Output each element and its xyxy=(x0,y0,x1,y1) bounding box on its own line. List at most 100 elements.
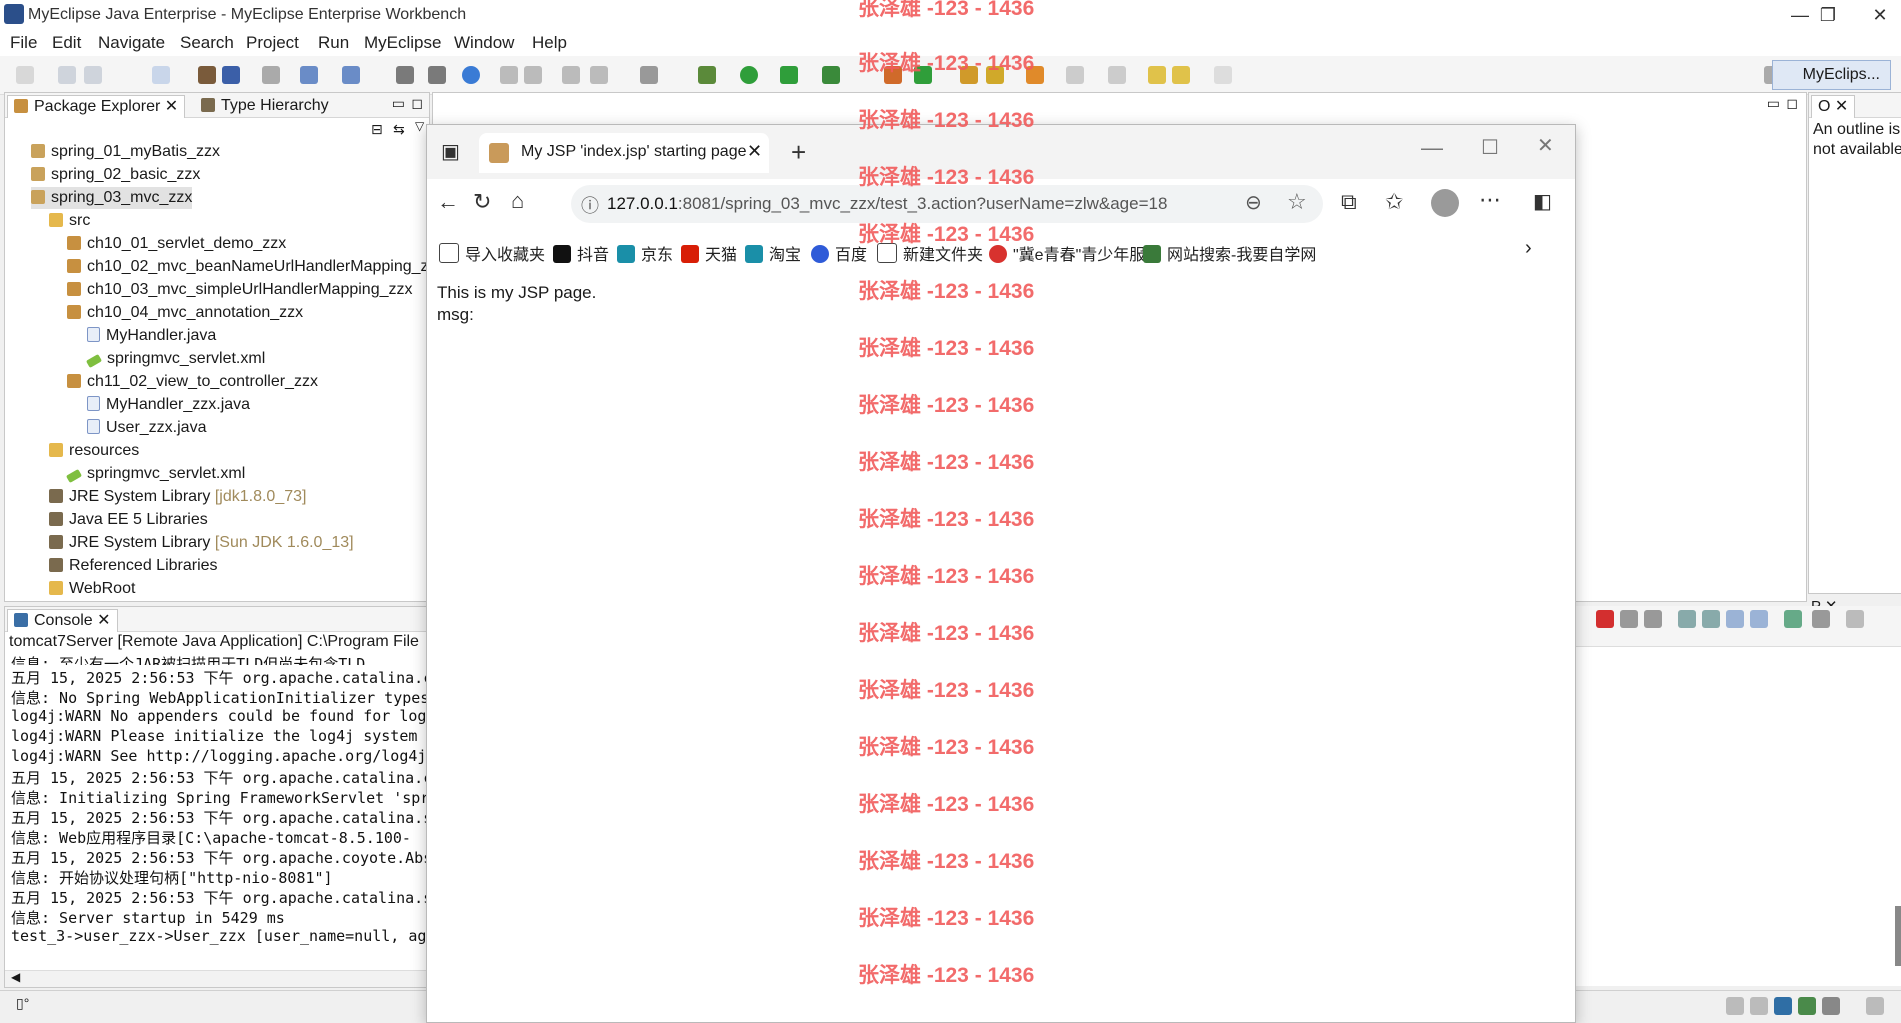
deploy-icon[interactable] xyxy=(222,66,240,84)
open-type-icon[interactable] xyxy=(152,66,170,84)
more-menu-icon[interactable]: ⋯ xyxy=(1479,187,1501,213)
run-icon[interactable] xyxy=(740,66,758,84)
favorite-star-icon[interactable]: ☆ xyxy=(1287,189,1307,215)
back-icon[interactable] xyxy=(1148,66,1166,84)
favorites-icon[interactable]: ✩ xyxy=(1385,189,1403,215)
favorites-more-icon[interactable]: › xyxy=(1525,237,1532,260)
menu-search[interactable]: Search xyxy=(180,33,234,53)
forward-icon[interactable] xyxy=(1214,66,1232,84)
status-icon[interactable] xyxy=(1750,997,1768,1015)
browser-maximize-icon[interactable]: ☐ xyxy=(1481,135,1499,160)
collapse-all-icon[interactable]: ⊟ xyxy=(371,121,383,138)
menu-project[interactable]: Project xyxy=(246,33,299,53)
browser-minimize-icon[interactable]: — xyxy=(1421,135,1443,161)
tree-java-file[interactable]: MyHandler_zzx.java xyxy=(87,394,250,416)
minimize-editor-icon[interactable]: ▭ xyxy=(1767,95,1780,112)
status-icon[interactable] xyxy=(1822,997,1840,1015)
tree-library[interactable]: JRE System Library [jdk1.8.0_73] xyxy=(49,486,306,508)
wizard2-icon[interactable] xyxy=(342,66,360,84)
favorite-taobao[interactable]: 淘宝 xyxy=(745,241,801,265)
view-menu-icon[interactable]: ▽ xyxy=(415,119,424,133)
new-icon[interactable] xyxy=(16,66,34,84)
tree-project-spring-01[interactable]: spring_01_myBatis_zzx xyxy=(31,141,220,163)
minimize-panel-icon[interactable]: ▭ xyxy=(392,95,405,112)
tree-project-spring-03[interactable]: spring_03_mvc_zzx xyxy=(31,187,193,209)
external-tools-icon[interactable] xyxy=(822,66,840,84)
menu-edit[interactable]: Edit xyxy=(52,33,81,53)
fast-view-icon[interactable]: ▯° xyxy=(16,995,29,1012)
favorite-douyin[interactable]: 抖音 xyxy=(553,241,609,265)
tree-java-file[interactable]: MyHandler.java xyxy=(87,325,216,347)
favorite-zixue[interactable]: 网站搜索-我要自学网 xyxy=(1143,241,1316,265)
menu-run[interactable]: Run xyxy=(318,33,349,53)
debug-icon[interactable] xyxy=(698,66,716,84)
favorite-import[interactable]: 导入收藏夹 xyxy=(439,241,545,265)
vertical-scrollbar[interactable] xyxy=(1895,906,1901,966)
close-icon[interactable]: ✕ xyxy=(165,98,178,115)
tree-package[interactable]: ch10_01_servlet_demo_zzx xyxy=(67,233,286,255)
tree-project-spring-02[interactable]: spring_02_basic_zzx xyxy=(31,164,200,186)
close-tab-icon[interactable]: ✕ xyxy=(747,141,762,162)
coverage-icon[interactable] xyxy=(780,66,798,84)
tree-package[interactable]: ch10_04_mvc_annotation_zzx xyxy=(67,302,303,324)
remove-all-icon[interactable] xyxy=(1644,610,1662,628)
ext-icon[interactable] xyxy=(500,66,518,84)
open-task-icon[interactable] xyxy=(562,66,580,84)
status-icon[interactable] xyxy=(1774,997,1792,1015)
tree-package[interactable]: ch10_02_mvc_beanNameUrlHandlerMapping_z xyxy=(67,256,429,278)
close-icon[interactable]: ✕ xyxy=(1835,98,1848,115)
sidebar-icon[interactable]: ◧ xyxy=(1533,189,1552,214)
wizard-icon[interactable] xyxy=(300,66,318,84)
history-back-icon[interactable] xyxy=(1172,66,1190,84)
remove-launch-icon[interactable] xyxy=(1620,610,1638,628)
status-icon[interactable] xyxy=(1866,997,1884,1015)
tree-library[interactable]: Java EE 5 Libraries xyxy=(49,509,208,531)
tab-outline[interactable]: O ✕ xyxy=(1811,95,1856,118)
status-icon[interactable] xyxy=(1726,997,1744,1015)
sidebar-toggle-icon[interactable]: ▣ xyxy=(441,139,460,164)
favorite-jd[interactable]: 京东 xyxy=(617,241,673,265)
tree-xml-file[interactable]: springmvc_servlet.xml xyxy=(65,463,245,485)
save-all-icon[interactable] xyxy=(84,66,102,84)
maximize-panel-icon[interactable]: ◻ xyxy=(411,95,423,112)
browser-icon[interactable] xyxy=(640,66,658,84)
tree-resources-folder[interactable]: resources xyxy=(49,440,139,462)
tree-src-folder[interactable]: src xyxy=(49,210,90,232)
home-icon[interactable]: ⌂ xyxy=(511,188,524,214)
clear-console-icon[interactable] xyxy=(1678,610,1696,628)
tree-java-file[interactable]: User_zzx.java xyxy=(87,417,206,439)
status-icon[interactable] xyxy=(1798,997,1816,1015)
perspective-myeclipse[interactable]: MyEclips... xyxy=(1771,60,1891,90)
horizontal-scrollbar[interactable]: ◀ xyxy=(5,970,429,987)
menu-myeclipse[interactable]: MyEclipse xyxy=(364,33,441,53)
scroll-lock-icon[interactable] xyxy=(1702,610,1720,628)
menu-help[interactable]: Help xyxy=(532,33,567,53)
tab-console[interactable]: Console ✕ xyxy=(7,609,118,632)
refresh-icon[interactable]: ↻ xyxy=(473,189,491,215)
annotation-next-icon[interactable] xyxy=(1066,66,1084,84)
tree-package[interactable]: ch11_02_view_to_controller_zzx xyxy=(67,371,318,393)
tree-webroot-folder[interactable]: WebRoot xyxy=(49,578,135,600)
menu-file[interactable]: File xyxy=(10,33,37,53)
save-icon[interactable] xyxy=(58,66,76,84)
new-tab-icon[interactable]: + xyxy=(791,137,806,168)
package-icon[interactable] xyxy=(198,66,216,84)
tree-library[interactable]: JRE System Library [Sun JDK 1.6.0_13] xyxy=(49,532,354,554)
show-stdout-icon[interactable] xyxy=(1726,610,1744,628)
close-button[interactable]: ✕ xyxy=(1860,2,1900,28)
close-icon[interactable]: ✕ xyxy=(97,612,110,629)
tab-package-explorer[interactable]: Package Explorer ✕ xyxy=(7,95,186,118)
ext2-icon[interactable] xyxy=(524,66,542,84)
display-console-icon[interactable] xyxy=(1812,610,1830,628)
tab-type-hierarchy[interactable]: Type Hierarchy xyxy=(195,95,335,117)
tree-package[interactable]: ch10_03_mvc_simpleUrlHandlerMapping_zzx xyxy=(67,279,413,301)
terminal-icon[interactable] xyxy=(428,66,446,84)
zoom-icon[interactable]: ⊖ xyxy=(1245,190,1262,215)
extensions-icon[interactable]: ⧉ xyxy=(1341,189,1357,215)
browser-close-icon[interactable]: ✕ xyxy=(1537,133,1554,158)
browser-tab-active[interactable]: My JSP 'index.jsp' starting page ✕ xyxy=(479,133,769,173)
show-stderr-icon[interactable] xyxy=(1750,610,1768,628)
pin-console-icon[interactable] xyxy=(1784,610,1802,628)
back-arrow-icon[interactable]: ← xyxy=(437,189,459,215)
globe-icon[interactable] xyxy=(462,66,480,84)
